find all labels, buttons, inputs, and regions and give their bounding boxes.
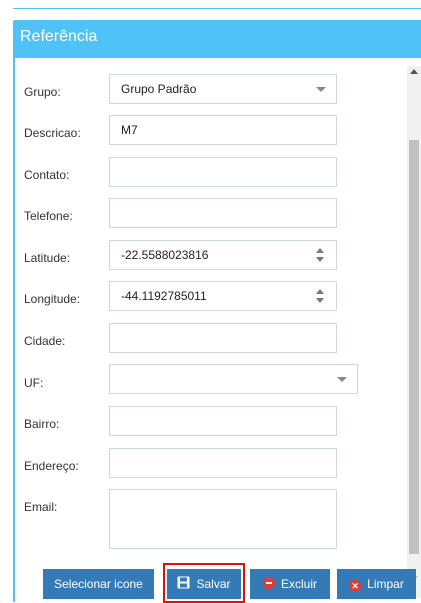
grupo-select[interactable]: Grupo Padrão	[109, 74, 337, 104]
salvar-highlight-box	[163, 563, 245, 603]
telefone-label: Telefone:	[24, 209, 73, 223]
endereco-input[interactable]	[109, 448, 337, 478]
scroll-up-icon[interactable]	[410, 69, 418, 74]
cidade-label: Cidade:	[24, 334, 66, 348]
latitude-label: Latitude:	[24, 251, 71, 265]
contato-label: Contato:	[24, 168, 70, 182]
descricao-label: Descricao:	[24, 126, 81, 140]
latitude-value: -22.5588023816	[121, 248, 209, 262]
descricao-input[interactable]: M7	[109, 115, 337, 145]
scrollbar[interactable]	[407, 66, 421, 598]
chevron-down-icon	[316, 87, 326, 92]
bairro-label: Bairro:	[24, 417, 60, 431]
cidade-input[interactable]	[109, 323, 337, 353]
selecionar-icone-button[interactable]: Selecionar icone	[43, 569, 154, 599]
grupo-value: Grupo Padrão	[121, 82, 197, 96]
uf-select[interactable]	[109, 364, 358, 394]
excluir-button[interactable]: Excluir	[250, 569, 330, 599]
minus-circle-icon	[262, 570, 275, 600]
selecionar-icone-label: Selecionar icone	[54, 577, 143, 591]
x-circle-icon: ✕	[349, 570, 362, 600]
email-input[interactable]	[109, 489, 337, 549]
longitude-input[interactable]: -44.1192785011	[109, 281, 337, 311]
email-label: Email:	[24, 500, 58, 514]
latitude-input[interactable]: -22.5588023816	[109, 240, 337, 270]
spinner-icon[interactable]	[316, 288, 326, 304]
grupo-label: Grupo:	[24, 85, 61, 99]
panel-title: Referência	[20, 28, 98, 45]
longitude-label: Longitude:	[24, 292, 81, 306]
bairro-input[interactable]	[109, 406, 337, 436]
uf-label: UF:	[24, 376, 44, 390]
chevron-down-icon	[337, 377, 347, 382]
limpar-label: Limpar	[367, 577, 404, 591]
limpar-button[interactable]: ✕ Limpar	[337, 569, 416, 599]
spinner-icon[interactable]	[316, 247, 326, 263]
descricao-value: M7	[121, 123, 138, 137]
top-divider	[13, 8, 421, 9]
contato-input[interactable]	[109, 157, 337, 187]
panel-header: Referência	[13, 20, 421, 58]
telefone-input[interactable]	[109, 198, 337, 228]
excluir-label: Excluir	[280, 577, 317, 591]
scroll-thumb[interactable]	[409, 140, 419, 554]
endereco-label: Endereço:	[24, 459, 79, 473]
longitude-value: -44.1192785011	[121, 289, 207, 303]
